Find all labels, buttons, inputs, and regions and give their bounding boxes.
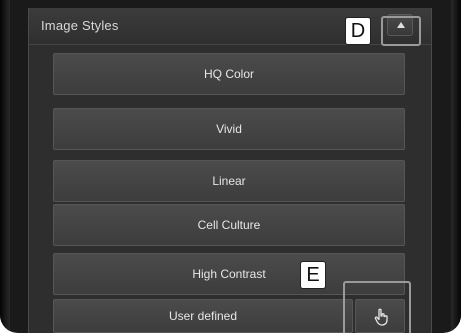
- callout-highlight-e: [343, 281, 411, 333]
- panel-title: Image Styles: [41, 18, 119, 33]
- style-button-cell-culture[interactable]: Cell Culture: [53, 204, 405, 246]
- screenshot-frame: Image Styles HQ Color Vivid Linear Cell …: [0, 0, 461, 333]
- marker-e: E: [300, 261, 326, 289]
- style-button-hq-color[interactable]: HQ Color: [53, 53, 405, 95]
- bezel-left: [0, 0, 10, 333]
- callout-highlight-d: [381, 16, 421, 46]
- marker-d: D: [345, 17, 371, 45]
- style-button-vivid[interactable]: Vivid: [53, 108, 405, 150]
- user-defined-button[interactable]: User defined: [53, 299, 353, 333]
- style-button-linear[interactable]: Linear: [53, 160, 405, 202]
- bezel-right: [451, 0, 461, 333]
